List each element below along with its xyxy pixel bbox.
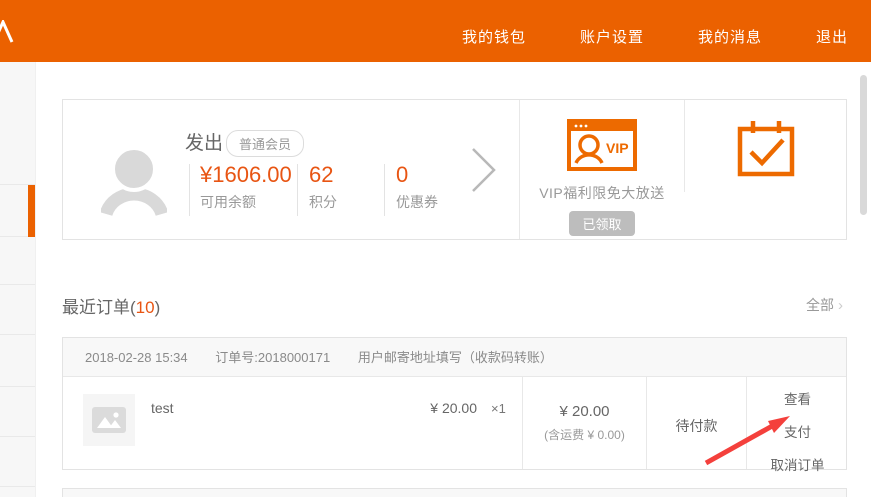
username: 发出 [185, 128, 223, 155]
claimed-badge: 已领取 [569, 211, 634, 236]
view-all-link[interactable]: 全部› [806, 295, 843, 315]
status-column: 待付款 [647, 377, 746, 436]
balance-value: ¥1606.00 [200, 162, 300, 188]
points-value: 62 [309, 162, 337, 188]
balance-label: 可用余额 [200, 192, 300, 212]
order-number: 订单号:2018000171 [215, 350, 330, 365]
divider [189, 164, 190, 216]
nav-account-settings[interactable]: 账户设置 [580, 26, 644, 47]
chevron-right-icon[interactable] [469, 146, 497, 194]
next-order-card [62, 488, 847, 497]
sidebar-item[interactable] [0, 335, 35, 387]
stat-points: 62 积分 [309, 162, 337, 212]
divider [384, 164, 385, 216]
order-card-header: 2018-02-28 15:34 订单号:2018000171 用户邮寄地址填写… [63, 338, 846, 377]
nav-my-messages[interactable]: 我的消息 [698, 26, 762, 47]
orders-title: 最近订单(10) [62, 298, 160, 317]
screen: 我的钱包 账户设置 我的消息 退出 发出 普通会员 ¥1606.00 可用余额 [0, 0, 871, 497]
sidebar-item[interactable] [0, 62, 35, 185]
vip-promo-title: VIP福利限免大放送 [520, 183, 684, 203]
logo-icon [0, 20, 15, 44]
sidebar-item[interactable] [0, 237, 35, 285]
orders-header: 最近订单(10) 全部› [62, 293, 847, 315]
sidebar-item[interactable] [0, 437, 35, 487]
shipping-note: (含运费 ¥ 0.00) [523, 426, 646, 443]
coupons-value: 0 [396, 162, 438, 188]
product-thumbnail[interactable] [83, 394, 135, 446]
total-price: ¥ 20.00 [523, 403, 646, 420]
cancel-order-link[interactable]: 取消订单 [747, 454, 848, 474]
sidebar [0, 62, 36, 497]
calendar-check-icon[interactable] [737, 119, 795, 183]
chevron-right-icon: › [838, 297, 843, 314]
unit-price: ¥ 20.00 [393, 400, 477, 416]
actions-column: 查看 支付 取消订单 [747, 377, 848, 474]
sidebar-item[interactable] [0, 387, 35, 437]
nav-logout[interactable]: 退出 [816, 26, 848, 47]
top-nav: 我的钱包 账户设置 我的消息 退出 [462, 0, 871, 62]
total-column: ¥ 20.00 (含运费 ¥ 0.00) [523, 377, 646, 443]
order-status: 待付款 [647, 416, 746, 436]
sidebar-item[interactable] [0, 285, 35, 335]
order-datetime: 2018-02-28 15:34 [85, 350, 188, 365]
vip-promo-icon: VIP [567, 119, 637, 171]
image-placeholder-icon [92, 407, 126, 433]
view-order-link[interactable]: 查看 [747, 388, 848, 408]
member-level-badge: 普通会员 [226, 130, 304, 157]
divider [684, 100, 685, 192]
sidebar-active-indicator [28, 185, 35, 237]
top-bar: 我的钱包 账户设置 我的消息 退出 [0, 0, 871, 62]
svg-text:VIP: VIP [606, 140, 629, 156]
user-card: 发出 普通会员 ¥1606.00 可用余额 62 积分 0 优惠券 [62, 99, 847, 240]
orders-count: 10 [136, 298, 155, 317]
stat-balance: ¥1606.00 可用余额 [200, 162, 300, 212]
avatar-person-icon [101, 144, 167, 217]
coupons-label: 优惠券 [396, 192, 438, 212]
order-card: 2018-02-28 15:34 订单号:2018000171 用户邮寄地址填写… [62, 337, 847, 470]
nav-my-wallet[interactable]: 我的钱包 [462, 26, 526, 47]
pay-order-link[interactable]: 支付 [747, 421, 848, 441]
stat-coupons: 0 优惠券 [396, 162, 438, 212]
order-note: 用户邮寄地址填写（收款码转账） [358, 350, 553, 365]
vip-promo[interactable]: VIP VIP福利限免大放送 已领取 [520, 100, 684, 239]
quantity: ×1 [491, 401, 506, 416]
points-label: 积分 [309, 192, 337, 212]
product-name[interactable]: test [151, 400, 174, 416]
order-card-body: test ¥ 20.00 ×1 ¥ 20.00 (含运费 ¥ 0.00) 待付款… [63, 377, 846, 469]
scrollbar-thumb[interactable] [860, 75, 867, 215]
